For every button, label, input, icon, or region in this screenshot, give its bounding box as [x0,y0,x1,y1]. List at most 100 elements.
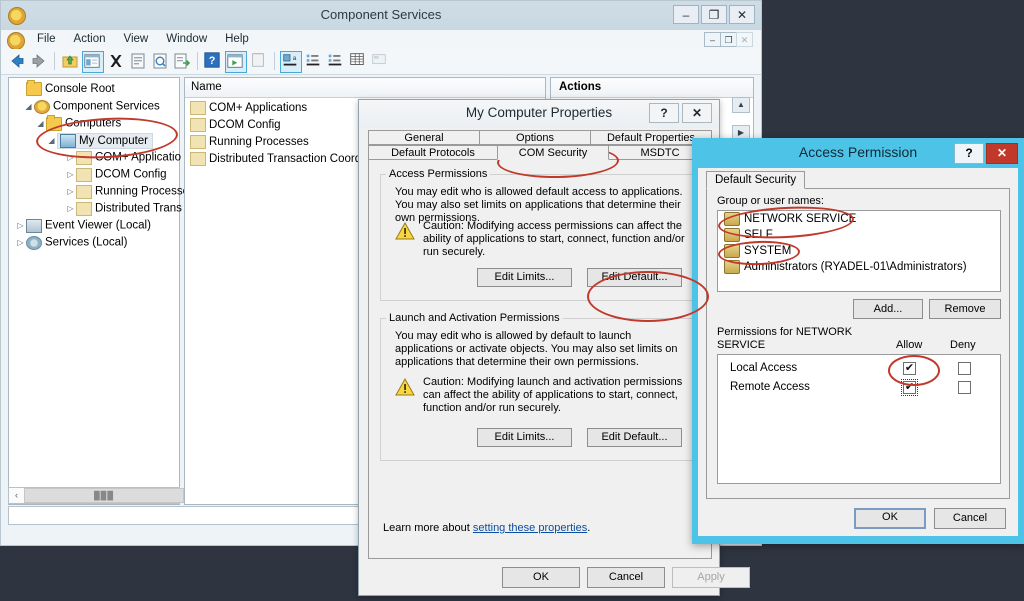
tree-item-my-computer[interactable]: ◢My Computer [13,132,179,149]
scroll-track[interactable]: ███ [24,488,164,503]
tree-item-computers[interactable]: ◢Computers [13,115,179,132]
tree-twisty[interactable]: ▷ [65,166,76,183]
maximize-button[interactable]: ❐ [701,5,727,24]
ok-button[interactable]: OK [502,567,580,588]
list-icon[interactable] [326,51,346,71]
menu-item-file[interactable]: File [28,30,65,48]
arrange-icon[interactable] [370,51,390,71]
cancel-button[interactable]: Cancel [587,567,665,588]
apply-button: Apply [672,567,750,588]
show-console-tree-icon[interactable] [225,51,247,73]
menu-item-window[interactable]: Window [157,30,216,48]
user-name: SYSTEM [744,245,791,257]
tree-twisty[interactable]: ◢ [35,115,46,132]
help-icon[interactable]: ? [203,51,223,71]
permissions-listbox[interactable]: Local Access ✔ Remote Access ✔ [717,354,1001,484]
learn-more-suffix: . [587,522,590,534]
close-button[interactable]: ✕ [682,103,712,123]
tree-item-label: Running Processe [95,186,189,198]
forward-arrow-icon[interactable] [29,51,49,71]
toolbar: ? a [1,49,761,75]
child-close-button[interactable]: ✕ [736,32,753,47]
tree-item-running-processes[interactable]: ▷Running Processe [13,183,179,200]
tab-default-protocols[interactable]: Default Protocols [368,145,498,160]
new-window-icon[interactable] [249,51,269,71]
ok-button[interactable]: OK [854,508,926,529]
menu-item-help[interactable]: Help [216,30,258,48]
tab-row-1: General Options Default Properties [368,130,712,145]
tab-general[interactable]: General [368,130,480,145]
tree-twisty[interactable]: ▷ [65,183,76,200]
small-icons-icon[interactable] [304,51,324,71]
tree-item-com-applications[interactable]: ▷COM+ Applicatio [13,149,179,166]
child-restore-button[interactable]: ❐ [720,32,737,47]
tree-twisty[interactable]: ▷ [15,217,26,234]
list-column-header-name[interactable]: Name [185,78,545,98]
console-tree-pane[interactable]: Console Root ◢Component Services ◢Comput… [8,77,180,505]
gear-icon [26,236,42,250]
tree-item-console-root[interactable]: Console Root [13,81,179,98]
user-list-item[interactable]: Administrators (RYADEL-01\Administrators… [718,259,1000,275]
tree-item-distributed-transaction[interactable]: ▷Distributed Trans [13,200,179,217]
tree-item-event-viewer[interactable]: ▷Event Viewer (Local) [13,217,179,234]
detail-icon[interactable] [348,51,368,71]
tree-twisty[interactable]: ◢ [46,132,57,149]
scroll-left-icon[interactable]: ‹ [9,488,24,503]
remote-access-deny-checkbox[interactable] [958,381,971,394]
tab-default-security[interactable]: Default Security [706,171,805,189]
tree-twisty[interactable]: ◢ [23,98,34,115]
svg-text:a: a [293,55,297,62]
add-button[interactable]: Add... [853,299,923,319]
permission-row-local-access[interactable]: Local Access ✔ [718,359,1000,378]
menu-app-icon [7,32,25,50]
properties-icon[interactable] [128,51,148,71]
refresh-icon[interactable] [150,51,170,71]
tab-options[interactable]: Options [479,130,591,145]
tree-horizontal-scrollbar[interactable]: ‹ ███ › [8,487,180,504]
close-button[interactable]: ✕ [729,5,755,24]
tree-item-services-local[interactable]: ▷Services (Local) [13,234,179,251]
help-button[interactable]: ? [954,143,984,164]
folder-icon [76,185,92,199]
mmc-title-bar: Component Services – ❐ ✕ [1,1,761,31]
setting-these-properties-link[interactable]: setting these properties [473,522,587,534]
minimize-button[interactable]: – [673,5,699,24]
user-name: NETWORK SERVICE [744,213,856,225]
tree-item-component-services[interactable]: ◢Component Services [13,98,179,115]
splitter-up-icon[interactable]: ▲ [732,97,750,113]
access-dialog-body: Default Security Group or user names: NE… [698,168,1018,536]
warning-triangle-icon [395,222,415,240]
show-hide-tree-icon[interactable] [82,51,104,73]
user-list-item[interactable]: SELF [718,227,1000,243]
launch-edit-limits-button[interactable]: Edit Limits... [477,428,572,447]
up-folder-icon[interactable] [60,51,80,71]
group-user-names-listbox[interactable]: NETWORK SERVICE SELF SYSTEM Administrato… [717,210,1001,292]
help-button[interactable]: ? [649,103,679,123]
export-list-icon[interactable] [172,51,192,71]
remote-access-allow-checkbox[interactable]: ✔ [903,381,916,394]
access-edit-limits-button[interactable]: Edit Limits... [477,268,572,287]
remove-button[interactable]: Remove [929,299,1001,319]
scroll-thumb[interactable]: ███ [24,488,184,503]
back-arrow-icon[interactable] [7,51,27,71]
menu-item-view[interactable]: View [115,30,158,48]
child-minimize-button[interactable]: – [704,32,721,47]
access-permission-dialog: Access Permission ? ✕ Default Security G… [692,138,1024,544]
local-access-allow-checkbox[interactable]: ✔ [903,362,916,375]
tree-item-dcom-config[interactable]: ▷DCOM Config [13,166,179,183]
delete-icon[interactable] [106,51,126,71]
menu-item-action[interactable]: Action [65,30,115,48]
local-access-deny-checkbox[interactable] [958,362,971,375]
user-list-item[interactable]: NETWORK SERVICE [718,211,1000,227]
launch-edit-default-button[interactable]: Edit Default... [587,428,682,447]
user-list-item[interactable]: SYSTEM [718,243,1000,259]
access-edit-default-button[interactable]: Edit Default... [587,268,682,287]
permission-row-remote-access[interactable]: Remote Access ✔ [718,378,1000,397]
tab-com-security[interactable]: COM Security [497,145,609,160]
close-button[interactable]: ✕ [986,143,1018,164]
tree-twisty[interactable]: ▷ [15,234,26,251]
cancel-button[interactable]: Cancel [934,508,1006,529]
tree-twisty[interactable]: ▷ [65,149,76,166]
tree-twisty[interactable]: ▷ [65,200,76,217]
large-icons-icon[interactable]: a [280,51,302,73]
